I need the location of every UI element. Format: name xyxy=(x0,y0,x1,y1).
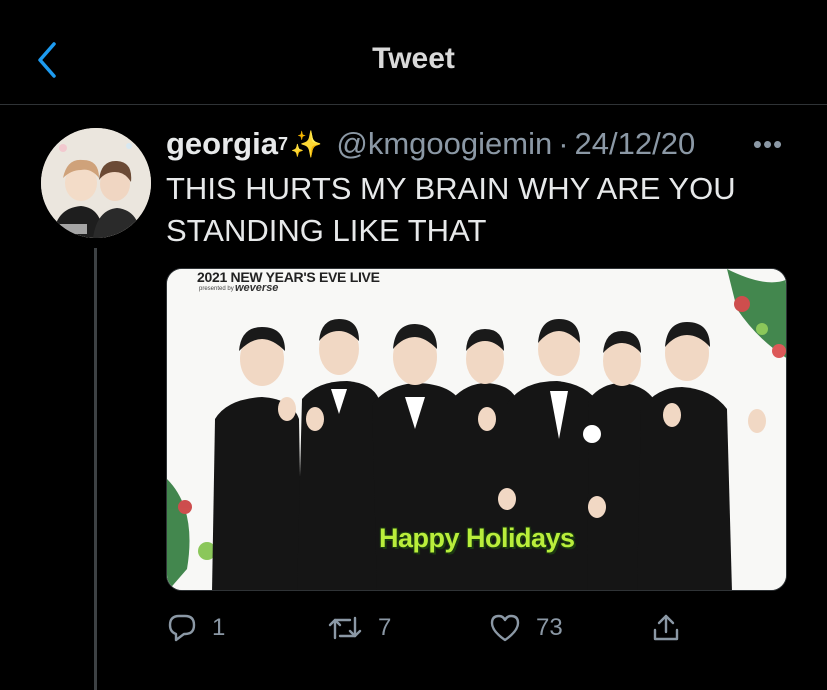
thread-connector-line xyxy=(94,248,97,690)
heart-icon xyxy=(490,614,520,642)
reply-count: 1 xyxy=(212,614,226,641)
share-button[interactable] xyxy=(650,606,682,650)
media-event-title: 2021 NEW YEAR'S EVE LIVE xyxy=(197,269,380,285)
page-title: Tweet xyxy=(372,42,455,75)
tweet-author-line: georgia 7 ✨ @kmgoogiemin · 24/12/20 xyxy=(166,124,695,164)
ellipsis-icon: ••• xyxy=(752,129,784,159)
meta-separator: · xyxy=(558,126,569,161)
sparkles-emoji-icon: ✨ xyxy=(289,128,323,159)
media-brand-logo: weverse xyxy=(235,282,279,294)
tweet-action-bar: 1 7 73 xyxy=(166,606,726,650)
user-handle[interactable]: @kmgoogiemin xyxy=(336,126,552,162)
retweet-button[interactable]: 7 xyxy=(326,606,391,650)
speech-bubble-icon xyxy=(168,614,196,642)
retweet-count: 7 xyxy=(378,614,392,641)
like-button[interactable]: 73 xyxy=(488,606,563,650)
top-bar: Tweet xyxy=(0,0,827,105)
share-icon xyxy=(653,614,679,641)
tweet-media-image[interactable]: 2021 NEW YEAR'S EVE LIVE presented by we… xyxy=(166,268,787,591)
retweet-arrows-icon xyxy=(328,616,362,640)
media-presented-by: presented by xyxy=(199,286,234,292)
display-name[interactable]: georgia xyxy=(166,126,278,162)
tweet-date[interactable]: 24/12/20 xyxy=(575,126,696,162)
media-caption: Happy Holidays xyxy=(379,523,575,553)
display-name-superscript: 7 xyxy=(277,133,288,154)
reply-button[interactable]: 1 xyxy=(166,606,225,650)
more-options-button[interactable]: ••• xyxy=(748,131,788,157)
avatar[interactable] xyxy=(41,128,151,238)
avatar-image xyxy=(41,128,151,238)
tweet-text: THIS HURTS MY BRAIN WHY ARE YOU STANDING… xyxy=(166,171,736,248)
like-count: 73 xyxy=(536,614,563,641)
